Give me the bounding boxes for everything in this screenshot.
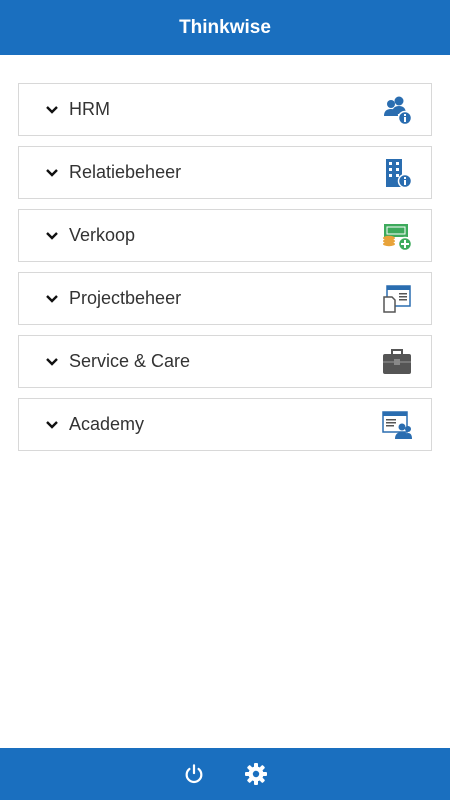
menu-group-label: Verkoop: [69, 225, 136, 245]
toolbox-icon: [381, 346, 413, 378]
app-title: Thinkwise: [179, 16, 271, 38]
menu-group-label: Service & Care: [69, 351, 191, 371]
menu-group-academy[interactable]: Academy: [18, 398, 432, 451]
chevron-down-icon: [45, 420, 59, 430]
money-add-icon: [381, 220, 413, 252]
menu-group-projectbeheer[interactable]: Projectbeheer: [18, 272, 432, 325]
menu-group-label: Projectbeheer: [69, 288, 182, 308]
building-info-icon: [381, 157, 413, 189]
hr-users-info-icon: [381, 94, 413, 126]
menu-list: HRM Relatiebeheer Verkoop Projectbeheer …: [18, 83, 432, 461]
menu-group-hrm[interactable]: HRM: [18, 83, 432, 136]
app-footer: [0, 748, 450, 800]
chevron-down-icon: [45, 294, 59, 304]
gear-icon[interactable]: [243, 761, 269, 787]
chevron-down-icon: [45, 231, 59, 241]
menu-group-service-care[interactable]: Service & Care: [18, 335, 432, 388]
menu-group-relatiebeheer[interactable]: Relatiebeheer: [18, 146, 432, 199]
academy-presentation-icon: [381, 409, 413, 441]
power-icon[interactable]: [181, 761, 207, 787]
menu-group-label: Academy: [69, 414, 145, 434]
chevron-down-icon: [45, 357, 59, 367]
menu-group-verkoop[interactable]: Verkoop: [18, 209, 432, 262]
chevron-down-icon: [45, 105, 59, 115]
chevron-down-icon: [45, 168, 59, 178]
project-document-icon: [381, 283, 413, 315]
app-header: Thinkwise: [0, 0, 450, 55]
menu-group-label: Relatiebeheer: [69, 162, 182, 182]
menu-group-label: HRM: [69, 99, 110, 119]
